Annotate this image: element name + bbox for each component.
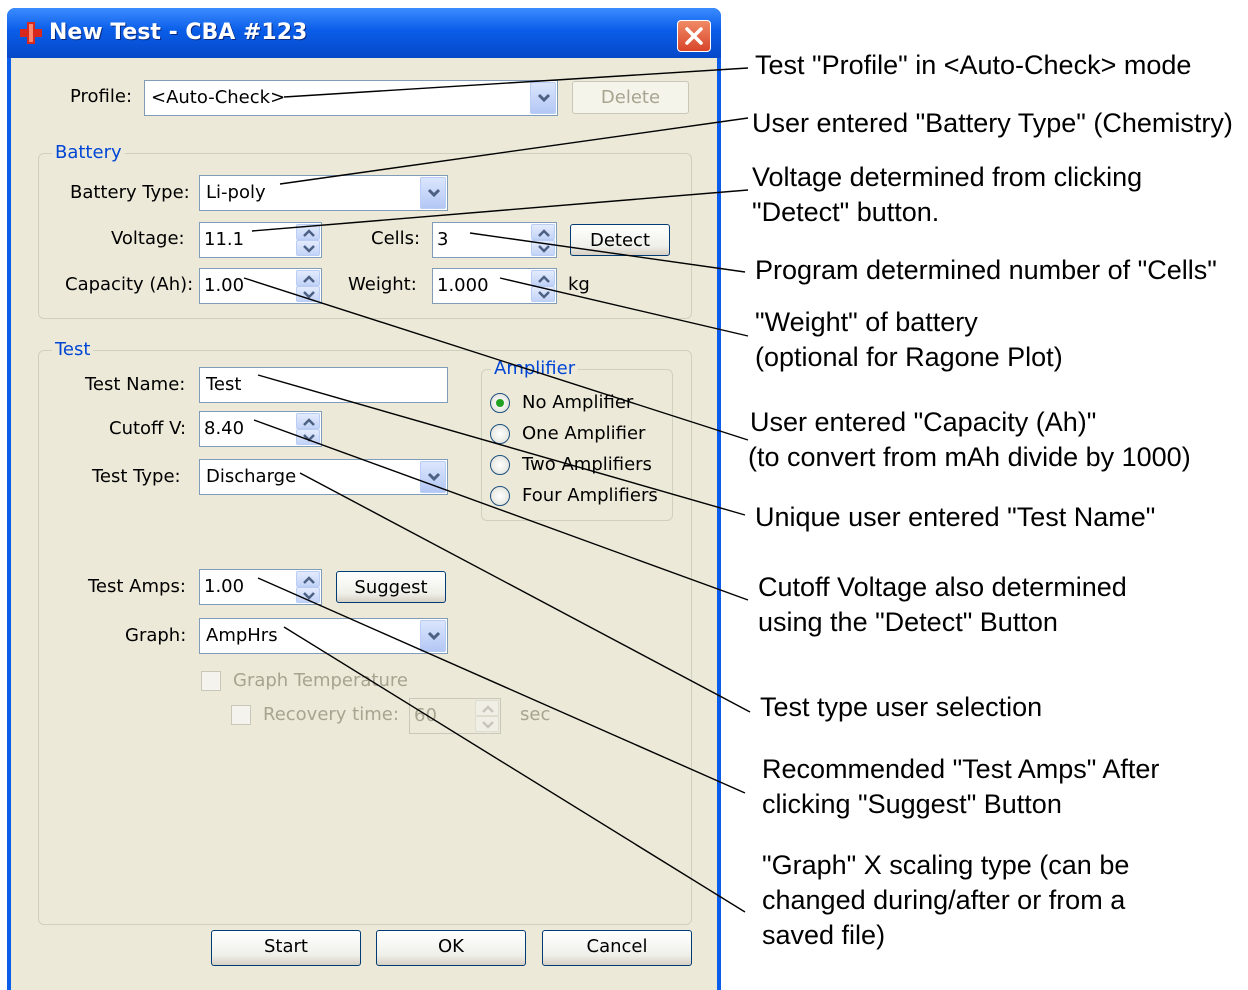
annotation-graph-3: saved file) <box>762 920 886 950</box>
annotation-test-name: Unique user entered "Test Name" <box>755 502 1156 532</box>
annotation-capacity: User entered "Capacity (Ah)" <box>750 407 1097 437</box>
annotation-graph-2: changed during/after or from a <box>762 885 1126 915</box>
annotation-battery-type: User entered "Battery Type" (Chemistry) <box>752 108 1233 138</box>
annotation-cells: Program determined number of "Cells" <box>755 255 1217 285</box>
callout-lines <box>243 67 751 913</box>
annotation-graph: "Graph" X scaling type (can be <box>762 850 1130 880</box>
annotation-voltage-2: "Detect" button. <box>752 197 940 227</box>
annotation-cutoff-2: using the "Detect" Button <box>758 607 1058 637</box>
annotation-test-amps-2: clicking "Suggest" Button <box>762 789 1062 819</box>
annotation-test-amps: Recommended "Test Amps" After <box>762 754 1160 784</box>
annotation-voltage: Voltage determined from clicking <box>752 162 1143 192</box>
annotation-test-type: Test type user selection <box>760 692 1043 722</box>
annotation-profile: Test "Profile" in <Auto-Check> mode <box>755 50 1192 80</box>
annotation-weight: "Weight" of battery <box>755 307 978 337</box>
annotation-weight-2: (optional for Ragone Plot) <box>755 342 1063 372</box>
annotation-cutoff: Cutoff Voltage also determined <box>758 572 1127 602</box>
annotation-capacity-2: (to convert from mAh divide by 1000) <box>748 442 1191 472</box>
